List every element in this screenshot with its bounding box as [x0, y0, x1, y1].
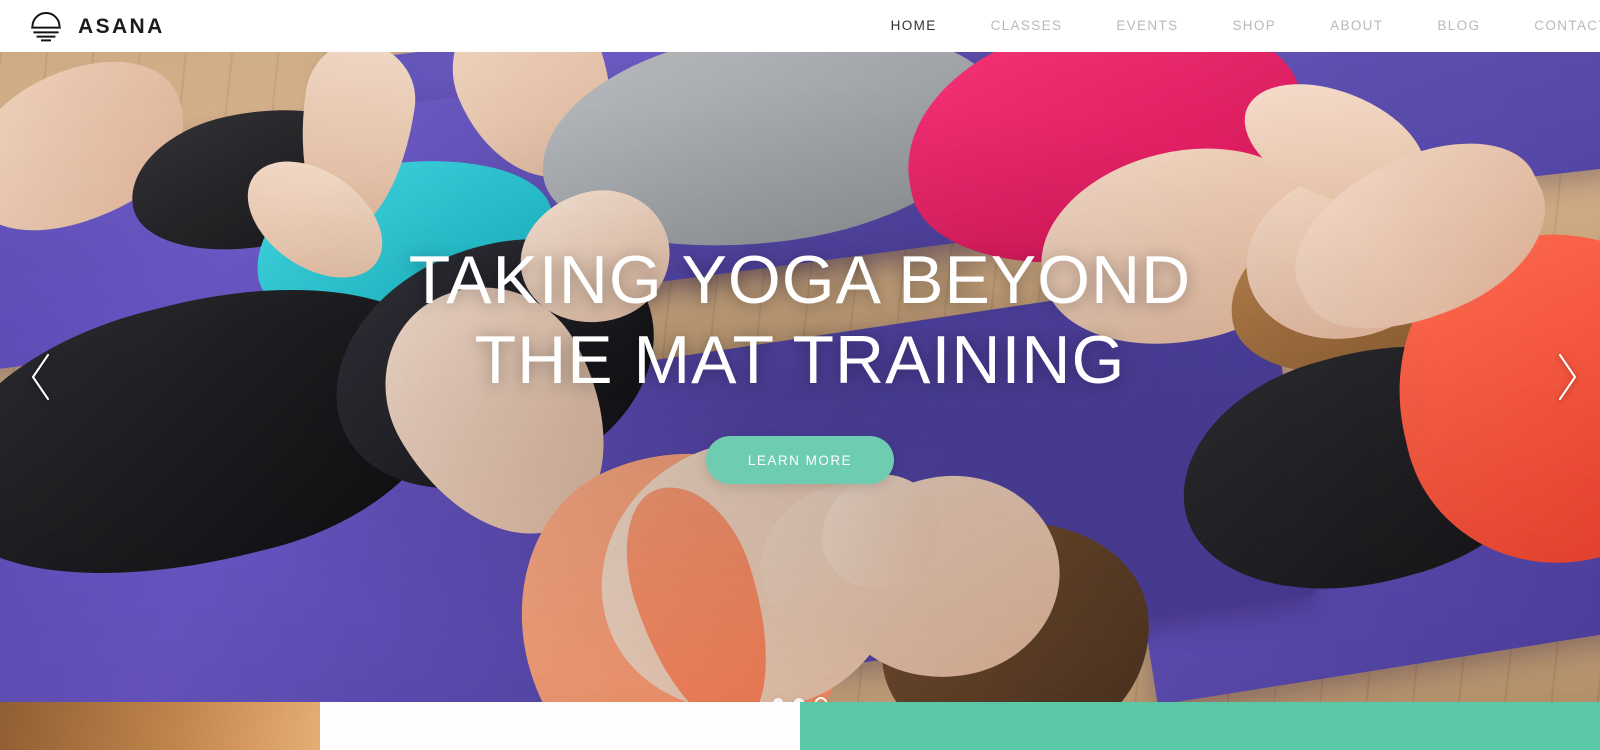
section-white-panel — [320, 702, 800, 750]
carousel-dot-3[interactable] — [814, 697, 828, 702]
carousel-dot-1[interactable] — [772, 698, 784, 702]
section-teal-panel — [800, 702, 1600, 750]
below-hero-section — [0, 702, 1600, 750]
brand-name: ASANA — [78, 14, 165, 38]
hero-carousel: TAKING YOGA BEYOND THE MAT TRAINING LEAR… — [0, 52, 1600, 702]
nav-item-events[interactable]: EVENTS — [1089, 0, 1205, 52]
hero-headline-line-2: THE MAT TRAINING — [474, 322, 1126, 398]
brand-logo[interactable]: ASANA — [28, 9, 165, 43]
carousel-dots — [772, 697, 828, 702]
learn-more-button[interactable]: LEARN MORE — [705, 436, 895, 484]
carousel-next-button[interactable] — [1540, 337, 1594, 417]
nav-item-contact[interactable]: CONTACT — [1507, 0, 1600, 52]
nav-item-home[interactable]: HOME — [864, 0, 964, 52]
hero-headline-line-1: TAKING YOGA BEYOND — [408, 242, 1192, 318]
section-photo-panel — [0, 702, 320, 750]
sunset-logo-icon — [28, 9, 64, 43]
nav-item-about[interactable]: ABOUT — [1303, 0, 1410, 52]
chevron-right-icon — [1554, 351, 1580, 403]
nav-item-classes[interactable]: CLASSES — [964, 0, 1090, 52]
site-header: ASANA HOME CLASSES EVENTS SHOP ABOUT BLO… — [0, 0, 1600, 52]
nav-item-shop[interactable]: SHOP — [1205, 0, 1303, 52]
main-navigation: HOME CLASSES EVENTS SHOP ABOUT BLOG CONT… — [864, 0, 1600, 52]
carousel-dot-2[interactable] — [793, 698, 805, 702]
chevron-left-icon — [28, 351, 54, 403]
carousel-prev-button[interactable] — [14, 337, 68, 417]
hero-headline: TAKING YOGA BEYOND THE MAT TRAINING — [409, 246, 1192, 394]
nav-item-blog[interactable]: BLOG — [1410, 0, 1507, 52]
hero-content: TAKING YOGA BEYOND THE MAT TRAINING LEAR… — [0, 52, 1600, 702]
